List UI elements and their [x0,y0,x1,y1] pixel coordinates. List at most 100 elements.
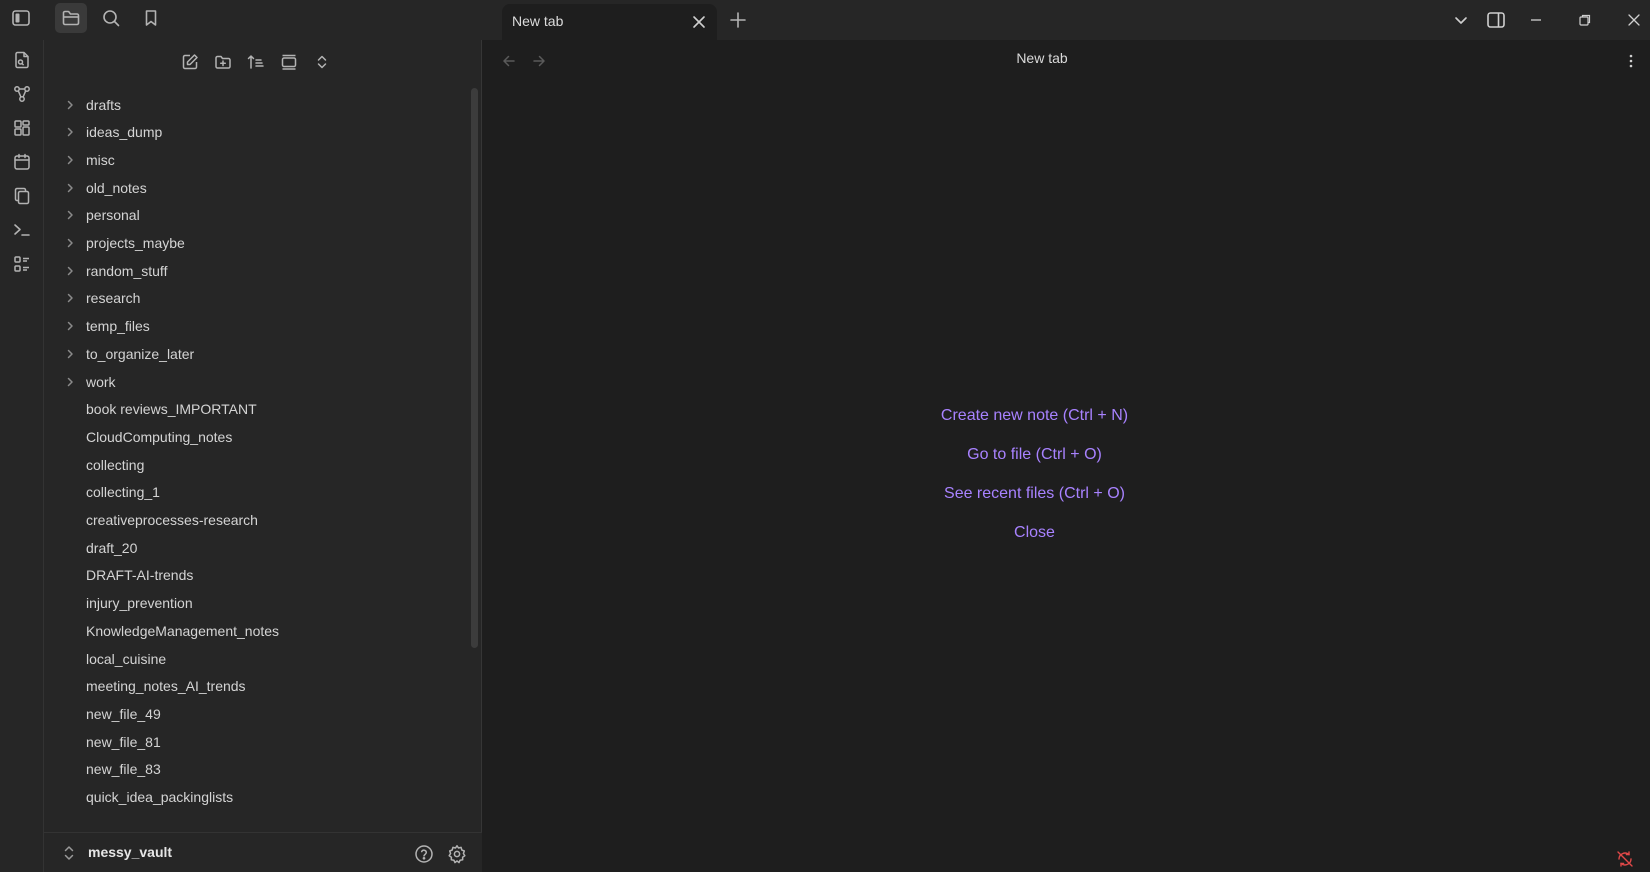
quick-switcher-file-search-icon[interactable] [6,45,38,75]
folder-item[interactable]: research [62,284,462,313]
sync-disabled-status-icon[interactable] [1616,850,1636,870]
folder-item[interactable]: temp_files [62,312,462,341]
file-item[interactable]: DRAFT-AI-trends [62,561,462,590]
folder-item[interactable]: ideas_dump [62,118,462,147]
daily-note-calendar-icon[interactable] [6,147,38,177]
new-folder-icon[interactable] [208,48,238,76]
folder-label: projects_maybe [86,235,185,251]
collapse-all-chevrons-icon[interactable] [307,48,337,76]
file-label: quick_idea_packinglists [86,789,234,805]
minimize-icon[interactable] [1516,5,1556,35]
file-item[interactable]: new_file_81 [62,727,462,756]
new-note-icon[interactable] [175,48,205,76]
file-label: new_file_49 [86,705,161,722]
tab-new-tab[interactable]: New tab [502,4,717,40]
graph-view-icon[interactable] [6,79,38,109]
vault-name[interactable]: messy_vault [88,844,172,860]
chevron-right-icon[interactable] [62,235,78,251]
folder-item[interactable]: personal [62,201,462,230]
close-tab-link[interactable]: Close [482,513,1587,552]
file-label: book reviews_IMPORTANT [86,401,257,418]
chevron-right-icon[interactable] [62,263,78,279]
folder-item[interactable]: random_stuff [62,256,462,285]
folder-label: work [86,373,116,390]
restore-icon[interactable] [1565,5,1605,35]
file-label: DRAFT-AI-trends [86,567,194,584]
toggle-left-sidebar-icon[interactable] [5,3,37,33]
folder-label: temp_files [86,318,150,335]
file-item[interactable]: collecting [62,450,462,479]
main-editor-area: New tab Create new note (Ctrl + N) Go to… [482,40,1650,872]
file-item[interactable]: KnowledgeManagement_notes [62,616,462,645]
toggle-right-sidebar-icon[interactable] [1476,5,1516,35]
settings-gear-icon[interactable] [444,841,470,867]
close-icon[interactable] [687,10,711,34]
folder-item[interactable]: old_notes [62,173,462,202]
chevron-right-icon[interactable] [62,207,78,223]
folder-item[interactable]: work [62,367,462,396]
file-tree-scrollbar[interactable] [471,88,478,648]
file-item[interactable]: new_file_83 [62,755,462,784]
folder-label: ideas_dump [86,124,163,141]
new-tab-plus-icon[interactable] [722,5,754,35]
file-label: KnowledgeManagement_notes [86,622,280,639]
title-bar: New tab [0,0,1650,40]
templates-copy-icon[interactable] [6,181,38,211]
create-new-note-link[interactable]: Create new note (Ctrl + N) [482,396,1587,435]
chevron-right-icon[interactable] [62,180,78,196]
file-label: injury_prevention [86,595,193,612]
file-item[interactable]: new_file_49 [62,699,462,728]
more-options-vertical-dots-icon[interactable] [1618,48,1644,74]
folder-label: research [86,290,141,307]
file-item[interactable]: injury_prevention [62,589,462,618]
file-item[interactable]: creativeprocesses-research [62,506,462,535]
search-icon[interactable] [95,3,127,33]
bases-list-icon[interactable] [6,249,38,279]
file-label: local_cuisine [86,650,167,667]
file-label: meeting_notes_AI_trends [86,678,246,695]
file-label: collecting_1 [86,484,160,501]
folder-label: to_organize_later [86,345,195,362]
file-item[interactable]: book reviews_IMPORTANT [62,395,462,424]
folder-item[interactable]: to_organize_later [62,339,462,368]
chevron-right-icon[interactable] [62,152,78,168]
file-item[interactable]: collecting_1 [62,478,462,507]
files-tab-icon[interactable] [55,3,87,33]
auto-reveal-icon[interactable] [274,48,304,76]
chevron-right-icon[interactable] [62,346,78,362]
command-palette-terminal-icon[interactable] [6,215,38,245]
chevron-right-icon[interactable] [62,97,78,113]
folder-label: drafts [86,96,122,113]
sidebar-header [0,0,482,40]
tab-title: New tab [512,13,564,29]
file-item[interactable]: meeting_notes_AI_trends [62,672,462,701]
left-ribbon [0,40,44,872]
file-label: CloudComputing_notes [86,428,233,445]
file-label: creativeprocesses-research [86,512,258,528]
close-window-icon[interactable] [1614,5,1650,35]
folder-item[interactable]: misc [62,145,462,174]
file-item[interactable]: quick_idea_packinglists [62,783,462,812]
canvas-grid-icon[interactable] [6,113,38,143]
folder-label: random_stuff [86,262,168,279]
chevron-right-icon[interactable] [62,374,78,390]
view-header-title: New tab [1016,50,1068,66]
folder-item[interactable]: drafts [62,90,462,119]
folder-label: misc [86,151,115,168]
tab-list-chevron-down-icon[interactable] [1441,5,1481,35]
file-label: new_file_83 [86,761,161,778]
file-item[interactable]: local_cuisine [62,644,462,673]
chevron-right-icon[interactable] [62,290,78,306]
folder-item[interactable]: projects_maybe [62,229,462,258]
bookmark-icon[interactable] [135,3,167,33]
file-item[interactable]: CloudComputing_notes [62,422,462,451]
vault-switcher-chevrons-icon[interactable] [60,843,78,863]
see-recent-files-link[interactable]: See recent files (Ctrl + O) [482,474,1587,513]
chevron-right-icon[interactable] [62,124,78,140]
go-to-file-link[interactable]: Go to file (Ctrl + O) [482,435,1587,474]
file-item[interactable]: draft_20 [62,533,462,562]
chevron-right-icon[interactable] [62,318,78,334]
vault-footer: messy_vault [44,832,482,872]
sort-order-icon[interactable] [241,48,271,76]
help-icon[interactable] [411,841,437,867]
